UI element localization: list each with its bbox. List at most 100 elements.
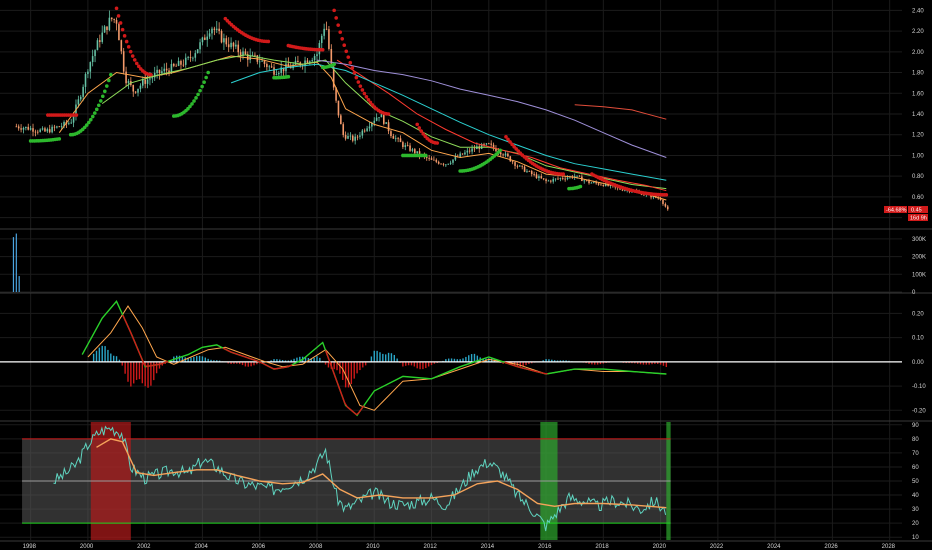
x-tick-label: 2018	[595, 544, 609, 550]
candle-body	[347, 135, 349, 139]
y-tick-label: 60	[912, 465, 919, 471]
sar-dot	[96, 103, 101, 108]
candle-body	[15, 126, 18, 128]
candle-body	[34, 131, 37, 133]
sar-dot	[118, 21, 123, 25]
candle-body	[354, 136, 356, 141]
x-tick-label: 2014	[481, 544, 495, 550]
candle-body	[137, 88, 139, 93]
macd-histogram-bar	[98, 347, 101, 362]
candle-body	[502, 154, 504, 156]
macd-histogram-bar	[393, 354, 395, 362]
candle-body	[447, 163, 450, 165]
candle-body	[182, 64, 185, 66]
y-tick-label: -0.10	[912, 384, 926, 390]
sar-dot	[364, 94, 369, 99]
candle-body	[576, 175, 578, 177]
macd-bearish-segment	[533, 370, 536, 372]
candle-body	[468, 150, 471, 152]
macd-bearish-segment	[528, 368, 531, 371]
candle-body	[99, 40, 101, 42]
candle-body	[94, 50, 96, 57]
candle-body	[20, 128, 22, 130]
x-tick-label: 2024	[767, 544, 781, 550]
candle-body	[449, 162, 452, 164]
macd-bearish-segment	[234, 352, 238, 355]
candle-body	[511, 161, 514, 163]
sar-dot	[435, 141, 440, 145]
sar-dot	[340, 36, 345, 41]
sar-dot	[109, 72, 113, 77]
macd-histogram-bar	[115, 356, 118, 362]
candle-body	[132, 85, 135, 92]
candle-body	[237, 44, 240, 53]
candle-body	[134, 91, 137, 93]
candle-body	[311, 60, 314, 62]
candle-body	[487, 143, 490, 145]
candle-body	[516, 165, 519, 167]
candle-body	[373, 120, 376, 123]
macd-histogram-bar	[402, 361, 404, 367]
candle-body	[263, 60, 266, 64]
candle-body	[385, 122, 387, 124]
x-tick-label: 2004	[194, 544, 208, 550]
macd-histogram-bar	[138, 361, 141, 380]
candle-body	[359, 135, 361, 137]
candle-body	[87, 71, 89, 75]
sar-dot	[134, 61, 139, 66]
macd-histogram-bar	[92, 353, 95, 362]
x-tick-label: 2000	[80, 544, 94, 550]
y-tick-label: 50	[912, 479, 919, 485]
candle-body	[361, 130, 364, 136]
candle-body	[199, 42, 201, 50]
candle-body	[402, 142, 404, 147]
candle-body	[564, 178, 566, 180]
y-tick-label: 0.60	[912, 195, 924, 201]
candle-body	[464, 152, 466, 155]
y-tick-label: 2.20	[912, 29, 924, 35]
candle-body	[25, 126, 27, 129]
candle-body	[404, 145, 407, 147]
macd-histogram-bar	[416, 361, 418, 369]
candle-body	[251, 54, 254, 56]
candle-body	[351, 135, 354, 141]
candle-body	[313, 56, 316, 61]
candle-body	[399, 138, 402, 143]
candle-body	[108, 17, 111, 30]
macd-histogram-bar	[135, 361, 138, 380]
candle-body	[442, 163, 445, 165]
macd-histogram-bar	[316, 356, 318, 362]
macd-histogram-bar	[107, 349, 109, 362]
macd-histogram-bar	[359, 361, 361, 371]
x-tick-label: 1998	[23, 544, 37, 550]
macd-bearish-segment	[241, 355, 245, 358]
sar-dot	[102, 89, 107, 94]
candle-body	[258, 61, 261, 63]
candle-body	[340, 115, 342, 125]
macd-histogram-bar	[522, 361, 524, 367]
sar-dot	[362, 91, 367, 96]
sar-dot	[116, 14, 121, 18]
macd-histogram-bar	[127, 361, 129, 382]
candle-body	[602, 184, 605, 187]
chart-canvas[interactable]: 2.40 2.20 2.00 1.80 1.60 1.40 1.20 1.00 0.80 0.60…	[0, 0, 932, 550]
candle-body	[146, 79, 149, 84]
sar-dot	[415, 122, 420, 127]
macd-histogram-bar	[124, 361, 126, 374]
macd-histogram-bar	[155, 361, 158, 374]
macd-histogram-bar	[465, 356, 467, 362]
price-badge-text: 0.45	[911, 208, 922, 214]
candle-body	[158, 69, 161, 74]
y-tick-label: 1.20	[912, 133, 924, 139]
candle-body	[120, 40, 123, 52]
candle-body	[91, 56, 94, 63]
macd-bearish-segment	[258, 360, 262, 364]
macd-histogram-bar	[376, 350, 378, 362]
candle-body	[201, 37, 204, 43]
y-tick-label: 90	[912, 423, 919, 429]
candle-body	[58, 126, 61, 128]
candle-body	[337, 100, 340, 116]
sar-dot	[196, 92, 200, 97]
x-tick-label: 2020	[653, 544, 667, 550]
change-badge-text: -64.68%	[886, 208, 907, 214]
